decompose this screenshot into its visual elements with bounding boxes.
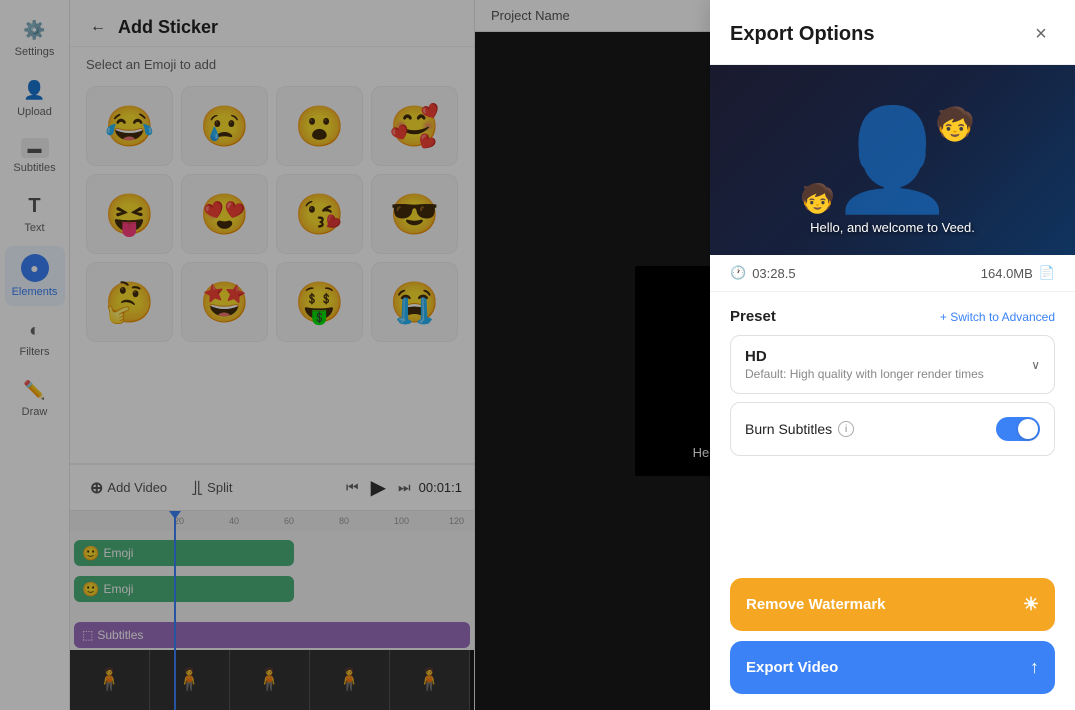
preview-sticker-right: 🧒 <box>935 105 975 143</box>
export-video-label: Export Video <box>746 659 838 676</box>
switch-advanced-button[interactable]: + Switch to Advanced <box>940 310 1055 324</box>
export-title: Export Options <box>730 23 874 46</box>
meta-filesize: 164.0MB 📄 <box>981 265 1055 281</box>
watermark-icon: ☀ <box>1023 594 1039 615</box>
remove-watermark-label: Remove Watermark <box>746 596 886 613</box>
preset-row: Preset + Switch to Advanced <box>730 308 1055 325</box>
export-header: Export Options × <box>710 0 1075 65</box>
burn-subtitles-text: Burn Subtitles <box>745 421 832 437</box>
preset-desc: Default: High quality with longer render… <box>745 367 984 381</box>
clock-icon: 🕐 <box>730 265 746 281</box>
export-section-preset: Preset + Switch to Advanced HD Default: … <box>710 292 1075 472</box>
file-icon: 📄 <box>1039 265 1055 281</box>
export-video-button[interactable]: Export Video ↑ <box>730 641 1055 694</box>
export-close-button[interactable]: × <box>1027 20 1055 48</box>
burn-subtitles-row: Burn Subtitles i <box>730 402 1055 456</box>
chevron-down-icon: ∨ <box>1031 358 1040 372</box>
preview-background: 👤 🧒 🧒 Hello, and welcome to Veed. <box>710 65 1075 255</box>
filesize-value: 164.0MB <box>981 266 1033 281</box>
export-upload-icon: ↑ <box>1030 657 1039 678</box>
preset-name: HD <box>745 348 984 365</box>
meta-duration: 🕐 03:28.5 <box>730 265 796 281</box>
duration-value: 03:28.5 <box>752 266 795 281</box>
preset-dropdown[interactable]: HD Default: High quality with longer ren… <box>730 335 1055 394</box>
preset-label: Preset <box>730 308 776 325</box>
export-meta: 🕐 03:28.5 164.0MB 📄 <box>710 255 1075 292</box>
export-panel: Export Options × 👤 🧒 🧒 Hello, and welcom… <box>710 0 1075 710</box>
burn-subtitles-info-icon[interactable]: i <box>838 421 854 437</box>
export-preview: 👤 🧒 🧒 Hello, and welcome to Veed. <box>710 65 1075 255</box>
preview-sticker-left: 🧒 <box>800 182 835 215</box>
burn-subtitles-label: Burn Subtitles i <box>745 421 854 437</box>
toggle-knob <box>1018 419 1038 439</box>
burn-subtitles-toggle[interactable] <box>996 417 1040 441</box>
export-actions: Remove Watermark ☀ Export Video ↑ <box>710 562 1075 710</box>
preview-overlay-text: Hello, and welcome to Veed. <box>810 220 975 235</box>
remove-watermark-button[interactable]: Remove Watermark ☀ <box>730 578 1055 631</box>
preset-info: HD Default: High quality with longer ren… <box>745 348 984 381</box>
export-overlay: Export Options × 👤 🧒 🧒 Hello, and welcom… <box>0 0 1075 710</box>
